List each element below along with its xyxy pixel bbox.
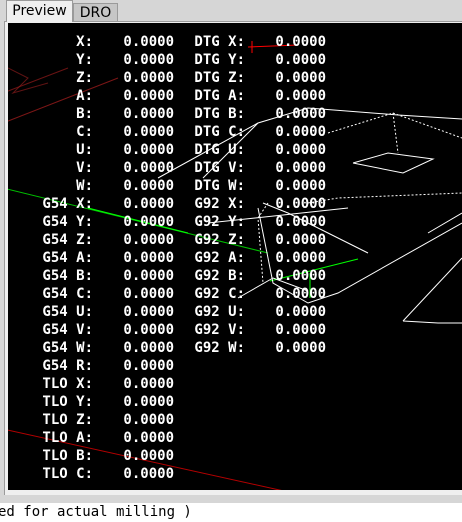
tab-preview[interactable]: Preview: [6, 0, 73, 22]
dro-overlay: X: 0.0000 Y: 0.0000 Z: 0.0000 A: 0.0000 B: 0.…: [42, 34, 326, 482]
gcode-text-line[interactable]: ed for actual milling ): [0, 503, 462, 522]
tab-bar: Preview DRO: [0, 0, 462, 22]
gcode-preview-canvas[interactable]: X: 0.0000 Y: 0.0000 Z: 0.0000 A: 0.0000 B: 0.…: [8, 23, 462, 490]
tab-dro[interactable]: DRO: [73, 3, 118, 22]
gcode-text: ed for actual milling ): [0, 504, 192, 520]
